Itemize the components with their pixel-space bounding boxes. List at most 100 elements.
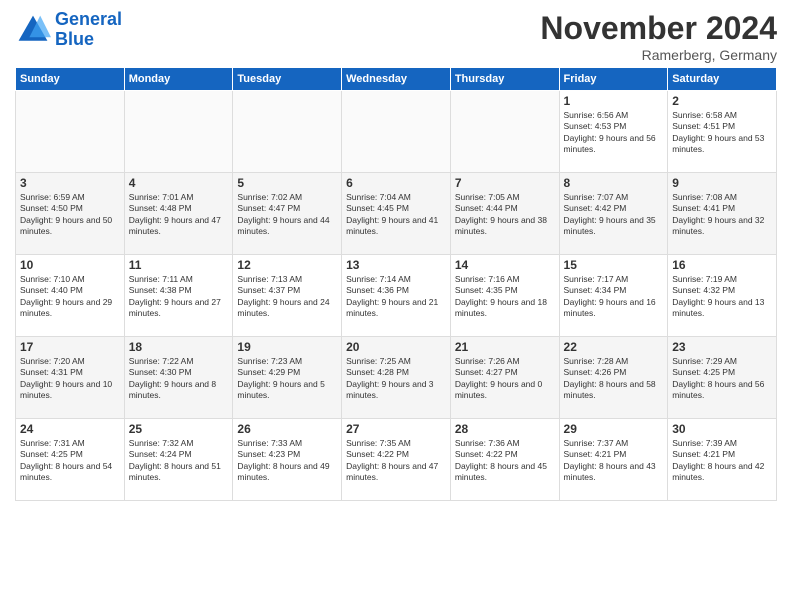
day-cell: 20 Sunrise: 7:25 AM Sunset: 4:28 PM Dayli… [342, 337, 451, 419]
col-header-tuesday: Tuesday [233, 68, 342, 91]
day-cell: 6 Sunrise: 7:04 AM Sunset: 4:45 PM Daylig… [342, 173, 451, 255]
day-info: Sunrise: 7:35 AM Sunset: 4:22 PM Dayligh… [346, 438, 446, 484]
day-cell: 12 Sunrise: 7:13 AM Sunset: 4:37 PM Dayli… [233, 255, 342, 337]
day-info: Sunrise: 7:13 AM Sunset: 4:37 PM Dayligh… [237, 274, 337, 320]
day-cell: 11 Sunrise: 7:11 AM Sunset: 4:38 PM Dayli… [124, 255, 233, 337]
day-cell: 19 Sunrise: 7:23 AM Sunset: 4:29 PM Dayli… [233, 337, 342, 419]
day-number: 27 [346, 422, 446, 436]
logo-text: General Blue [55, 10, 122, 50]
day-number: 23 [672, 340, 772, 354]
col-header-wednesday: Wednesday [342, 68, 451, 91]
day-cell: 27 Sunrise: 7:35 AM Sunset: 4:22 PM Dayli… [342, 419, 451, 501]
day-info: Sunrise: 7:19 AM Sunset: 4:32 PM Dayligh… [672, 274, 772, 320]
month-title: November 2024 [540, 10, 777, 47]
day-number: 10 [20, 258, 120, 272]
day-number: 26 [237, 422, 337, 436]
day-info: Sunrise: 7:07 AM Sunset: 4:42 PM Dayligh… [564, 192, 664, 238]
day-cell: 1 Sunrise: 6:56 AM Sunset: 4:53 PM Daylig… [559, 91, 668, 173]
logo-line2: Blue [55, 29, 94, 49]
day-info: Sunrise: 7:04 AM Sunset: 4:45 PM Dayligh… [346, 192, 446, 238]
day-info: Sunrise: 7:29 AM Sunset: 4:25 PM Dayligh… [672, 356, 772, 402]
day-cell: 18 Sunrise: 7:22 AM Sunset: 4:30 PM Dayli… [124, 337, 233, 419]
day-number: 29 [564, 422, 664, 436]
day-number: 3 [20, 176, 120, 190]
day-number: 5 [237, 176, 337, 190]
day-cell: 25Sunrise: 7:32 AM Sunset: 4:24 PM Dayli… [124, 419, 233, 501]
col-header-sunday: Sunday [16, 68, 125, 91]
day-info: Sunrise: 7:39 AM Sunset: 4:21 PM Dayligh… [672, 438, 772, 484]
day-number: 4 [129, 176, 229, 190]
day-number: 28 [455, 422, 555, 436]
day-number: 6 [346, 176, 446, 190]
calendar-table: SundayMondayTuesdayWednesdayThursdayFrid… [15, 67, 777, 501]
day-number: 30 [672, 422, 772, 436]
day-number: 11 [129, 258, 229, 272]
day-cell: 7Sunrise: 7:05 AM Sunset: 4:44 PM Daylig… [450, 173, 559, 255]
day-cell: 21Sunrise: 7:26 AM Sunset: 4:27 PM Dayli… [450, 337, 559, 419]
day-number: 17 [20, 340, 120, 354]
day-number: 24 [20, 422, 120, 436]
day-cell: 2Sunrise: 6:58 AM Sunset: 4:51 PM Daylig… [668, 91, 777, 173]
logo-icon [15, 12, 51, 48]
day-number: 25 [129, 422, 229, 436]
day-info: Sunrise: 7:17 AM Sunset: 4:34 PM Dayligh… [564, 274, 664, 320]
day-cell: 28 Sunrise: 7:36 AM Sunset: 4:22 PM Dayli… [450, 419, 559, 501]
day-cell [233, 91, 342, 173]
logo: General Blue [15, 10, 122, 50]
day-info: Sunrise: 6:59 AM Sunset: 4:50 PM Dayligh… [20, 192, 120, 238]
day-cell: 22 Sunrise: 7:28 AM Sunset: 4:26 PM Dayli… [559, 337, 668, 419]
day-number: 2 [672, 94, 772, 108]
day-info: Sunrise: 6:56 AM Sunset: 4:53 PM Dayligh… [564, 110, 664, 156]
day-info: Sunrise: 7:20 AM Sunset: 4:31 PM Dayligh… [20, 356, 120, 402]
day-info: Sunrise: 7:25 AM Sunset: 4:28 PM Dayligh… [346, 356, 446, 402]
day-number: 15 [564, 258, 664, 272]
day-cell: 17 Sunrise: 7:20 AM Sunset: 4:31 PM Dayli… [16, 337, 125, 419]
day-info: Sunrise: 7:31 AM Sunset: 4:25 PM Dayligh… [20, 438, 120, 484]
header: General Blue November 2024 Ramerberg, Ge… [15, 10, 777, 63]
day-cell [16, 91, 125, 173]
day-info: Sunrise: 7:22 AM Sunset: 4:30 PM Dayligh… [129, 356, 229, 402]
day-cell: 4 Sunrise: 7:01 AM Sunset: 4:48 PM Daylig… [124, 173, 233, 255]
day-info: Sunrise: 7:36 AM Sunset: 4:22 PM Dayligh… [455, 438, 555, 484]
day-cell: 10Sunrise: 7:10 AM Sunset: 4:40 PM Dayli… [16, 255, 125, 337]
day-cell [124, 91, 233, 173]
day-info: Sunrise: 7:23 AM Sunset: 4:29 PM Dayligh… [237, 356, 337, 402]
day-info: Sunrise: 7:02 AM Sunset: 4:47 PM Dayligh… [237, 192, 337, 238]
day-number: 22 [564, 340, 664, 354]
col-header-monday: Monday [124, 68, 233, 91]
day-number: 18 [129, 340, 229, 354]
day-cell [342, 91, 451, 173]
week-row-5: 24 Sunrise: 7:31 AM Sunset: 4:25 PM Dayli… [16, 419, 777, 501]
day-info: Sunrise: 7:26 AM Sunset: 4:27 PM Dayligh… [455, 356, 555, 402]
week-row-1: 1 Sunrise: 6:56 AM Sunset: 4:53 PM Daylig… [16, 91, 777, 173]
day-number: 7 [455, 176, 555, 190]
week-row-4: 17 Sunrise: 7:20 AM Sunset: 4:31 PM Dayli… [16, 337, 777, 419]
day-cell: 13Sunrise: 7:14 AM Sunset: 4:36 PM Dayli… [342, 255, 451, 337]
day-cell: 15 Sunrise: 7:17 AM Sunset: 4:34 PM Dayli… [559, 255, 668, 337]
day-info: Sunrise: 7:11 AM Sunset: 4:38 PM Dayligh… [129, 274, 229, 320]
day-number: 1 [564, 94, 664, 108]
week-row-3: 10Sunrise: 7:10 AM Sunset: 4:40 PM Dayli… [16, 255, 777, 337]
day-cell: 23 Sunrise: 7:29 AM Sunset: 4:25 PM Dayli… [668, 337, 777, 419]
day-cell: 8 Sunrise: 7:07 AM Sunset: 4:42 PM Daylig… [559, 173, 668, 255]
day-number: 12 [237, 258, 337, 272]
day-cell: 16 Sunrise: 7:19 AM Sunset: 4:32 PM Dayli… [668, 255, 777, 337]
day-info: Sunrise: 7:28 AM Sunset: 4:26 PM Dayligh… [564, 356, 664, 402]
day-info: Sunrise: 7:01 AM Sunset: 4:48 PM Dayligh… [129, 192, 229, 238]
day-number: 8 [564, 176, 664, 190]
day-info: Sunrise: 7:33 AM Sunset: 4:23 PM Dayligh… [237, 438, 337, 484]
day-number: 20 [346, 340, 446, 354]
day-cell: 14Sunrise: 7:16 AM Sunset: 4:35 PM Dayli… [450, 255, 559, 337]
day-cell [450, 91, 559, 173]
day-cell: 9Sunrise: 7:08 AM Sunset: 4:41 PM Daylig… [668, 173, 777, 255]
col-header-thursday: Thursday [450, 68, 559, 91]
day-number: 14 [455, 258, 555, 272]
day-cell: 3 Sunrise: 6:59 AM Sunset: 4:50 PM Daylig… [16, 173, 125, 255]
day-cell: 29Sunrise: 7:37 AM Sunset: 4:21 PM Dayli… [559, 419, 668, 501]
col-header-friday: Friday [559, 68, 668, 91]
col-header-saturday: Saturday [668, 68, 777, 91]
day-number: 16 [672, 258, 772, 272]
day-number: 13 [346, 258, 446, 272]
day-number: 19 [237, 340, 337, 354]
day-cell: 24 Sunrise: 7:31 AM Sunset: 4:25 PM Dayli… [16, 419, 125, 501]
